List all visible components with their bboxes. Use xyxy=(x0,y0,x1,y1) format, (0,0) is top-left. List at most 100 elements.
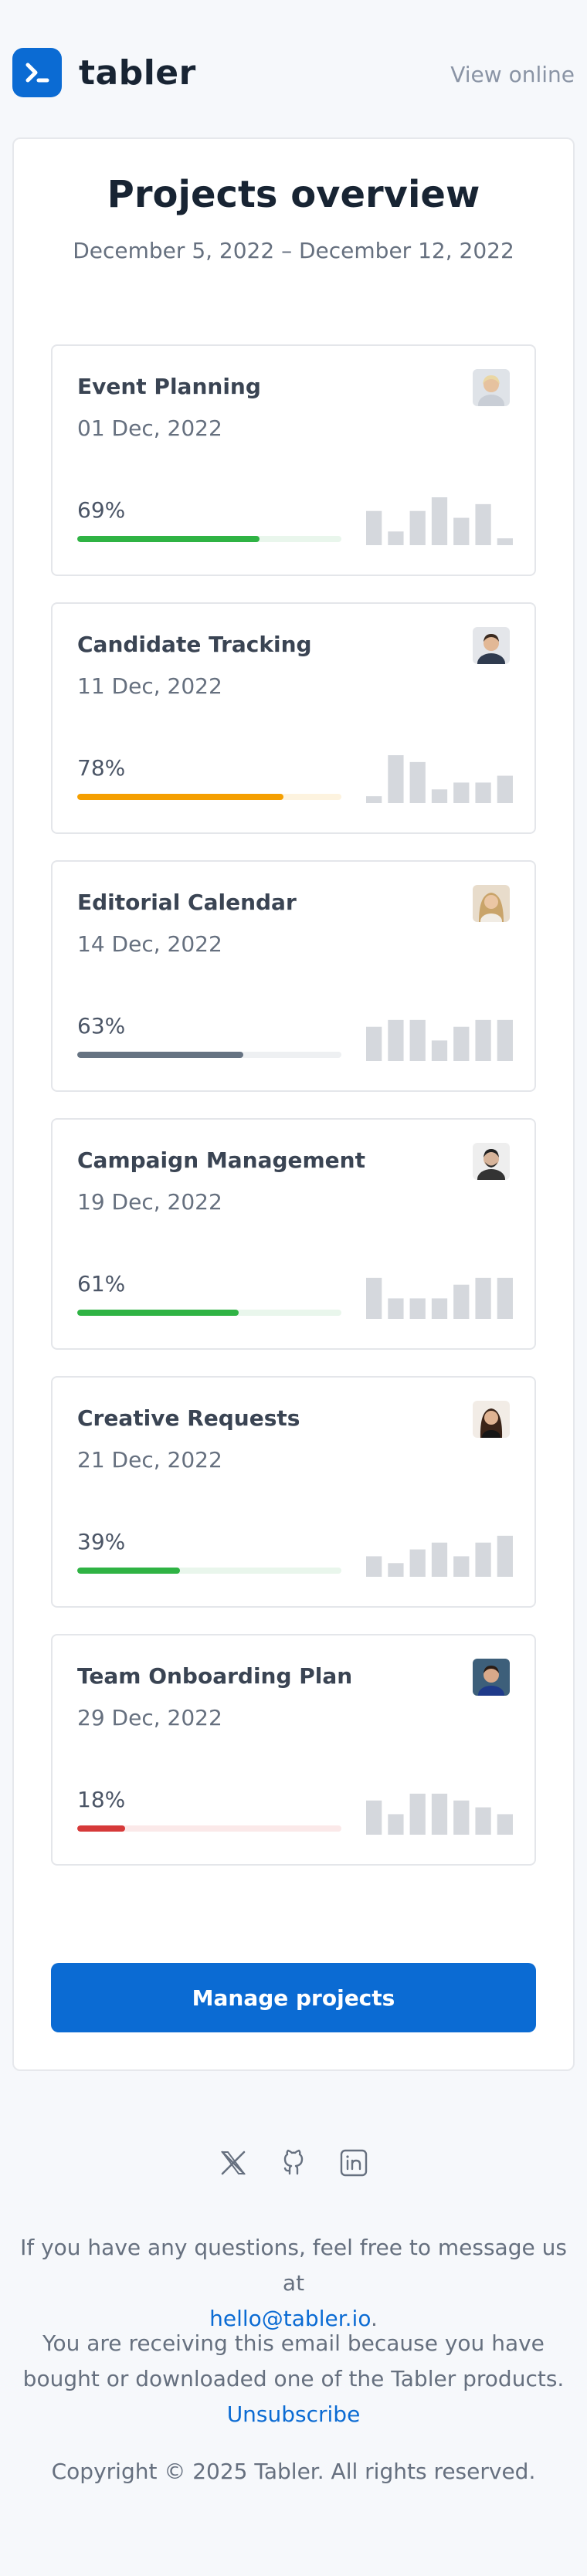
sparkline-bar xyxy=(388,1814,404,1835)
sparkline-bar xyxy=(497,1277,513,1319)
progress-bar xyxy=(77,1310,341,1316)
sparkline-bar xyxy=(453,782,470,803)
project-card: Team Onboarding Plan 29 Dec, 2022 18% xyxy=(51,1634,536,1866)
sparkline-bar xyxy=(497,775,513,803)
sparkline-chart xyxy=(366,1019,513,1061)
sparkline-bar xyxy=(431,1542,448,1577)
progress-percent: 39% xyxy=(77,1529,126,1554)
questions-text: If you have any questions, feel free to … xyxy=(20,2235,567,2296)
progress-fill xyxy=(77,794,283,800)
sparkline-bar xyxy=(366,1556,382,1577)
sparkline-bar xyxy=(431,1298,448,1319)
avatar xyxy=(473,369,510,406)
sparkline-chart xyxy=(366,1793,513,1835)
progress-bar xyxy=(77,1825,341,1832)
avatar xyxy=(473,885,510,922)
avatar xyxy=(473,1401,510,1438)
sparkline-bar xyxy=(366,510,382,545)
projects-card: Projects overview December 5, 2022 – Dec… xyxy=(12,137,575,2071)
sparkline-bar xyxy=(431,1793,448,1835)
x-icon[interactable] xyxy=(217,2147,249,2179)
sparkline-bar xyxy=(409,1019,426,1061)
progress-percent: 69% xyxy=(77,497,126,523)
sparkline-bar xyxy=(475,782,491,803)
project-card: Campaign Management 19 Dec, 2022 61% xyxy=(51,1118,536,1350)
brand-name: tabler xyxy=(79,53,196,93)
sparkline-bar xyxy=(409,761,426,803)
progress-fill xyxy=(77,536,260,542)
project-date: 29 Dec, 2022 xyxy=(77,1705,222,1730)
progress-fill xyxy=(77,1825,125,1832)
project-date: 11 Dec, 2022 xyxy=(77,673,222,699)
sparkline-bar xyxy=(366,1800,382,1835)
receiving-text: You are receiving this email because you… xyxy=(22,2330,565,2391)
sparkline-bar xyxy=(475,1807,491,1835)
sparkline-bar xyxy=(366,796,382,803)
avatar xyxy=(473,1659,510,1696)
sparkline-bar xyxy=(453,1026,470,1061)
sparkline-bar xyxy=(431,497,448,545)
sparkline-bar xyxy=(431,1040,448,1061)
project-name: Event Planning xyxy=(77,374,261,399)
sparkline-bar xyxy=(409,1793,426,1835)
project-card: Candidate Tracking 11 Dec, 2022 78% xyxy=(51,602,536,834)
sparkline-bar xyxy=(497,1535,513,1577)
tabler-logo[interactable]: tabler xyxy=(12,48,196,97)
date-range: December 5, 2022 – December 12, 2022 xyxy=(73,238,514,263)
sparkline-bar xyxy=(366,1277,382,1319)
project-date: 19 Dec, 2022 xyxy=(77,1189,222,1215)
project-name: Team Onboarding Plan xyxy=(77,1663,353,1689)
progress-percent: 78% xyxy=(77,755,126,781)
progress-fill xyxy=(77,1310,239,1316)
email-header: tabler View online xyxy=(12,48,575,100)
terminal-logo-icon xyxy=(12,48,62,97)
progress-percent: 63% xyxy=(77,1013,126,1039)
manage-projects-button[interactable]: Manage projects xyxy=(51,1963,536,2032)
contact-note: If you have any questions, feel free to … xyxy=(20,2235,567,2331)
progress-bar xyxy=(77,1052,341,1058)
unsubscribe-link[interactable]: Unsubscribe xyxy=(227,2401,361,2427)
sparkline-bar xyxy=(475,1019,491,1061)
github-icon[interactable] xyxy=(277,2147,310,2179)
view-online-link[interactable]: View online xyxy=(450,62,575,87)
sparkline-bar xyxy=(475,503,491,545)
avatar xyxy=(473,627,510,664)
project-date: 21 Dec, 2022 xyxy=(77,1447,222,1473)
sparkline-bar xyxy=(409,1298,426,1319)
sparkline-bar xyxy=(431,789,448,803)
sparkline-bar xyxy=(409,510,426,545)
sparkline-bar xyxy=(388,1563,404,1577)
sparkline-bar xyxy=(497,1019,513,1061)
progress-bar xyxy=(77,536,341,542)
unsubscribe-note: You are receiving this email because you… xyxy=(15,2326,572,2432)
sparkline-chart xyxy=(366,497,513,545)
sparkline-bar xyxy=(475,1277,491,1319)
project-name: Creative Requests xyxy=(77,1405,300,1431)
sparkline-bar xyxy=(366,1026,382,1061)
sparkline-bar xyxy=(453,1556,470,1577)
copyright: Copyright © 2025 Tabler. All rights rese… xyxy=(51,2459,536,2484)
sparkline-bar xyxy=(497,538,513,545)
progress-fill xyxy=(77,1052,244,1058)
sparkline-bar xyxy=(497,1814,513,1835)
project-card: Event Planning 01 Dec, 2022 69% xyxy=(51,344,536,576)
project-date: 01 Dec, 2022 xyxy=(77,415,222,441)
progress-percent: 61% xyxy=(77,1271,126,1296)
linkedin-icon[interactable] xyxy=(338,2147,370,2179)
project-name: Candidate Tracking xyxy=(77,632,312,657)
sparkline-bar xyxy=(453,517,470,545)
progress-bar xyxy=(77,794,341,800)
project-name: Campaign Management xyxy=(77,1147,365,1173)
progress-bar xyxy=(77,1568,341,1574)
sparkline-bar xyxy=(388,1019,404,1061)
sparkline-bar xyxy=(409,1549,426,1577)
progress-fill xyxy=(77,1568,181,1574)
sparkline-bar xyxy=(453,1284,470,1319)
sparkline-chart xyxy=(366,1277,513,1319)
page-title: Projects overview xyxy=(107,173,480,216)
sparkline-bar xyxy=(388,531,404,545)
project-date: 14 Dec, 2022 xyxy=(77,931,222,957)
progress-percent: 18% xyxy=(77,1787,126,1812)
project-card: Creative Requests 21 Dec, 2022 39% xyxy=(51,1376,536,1608)
project-card: Editorial Calendar 14 Dec, 2022 63% xyxy=(51,860,536,1092)
